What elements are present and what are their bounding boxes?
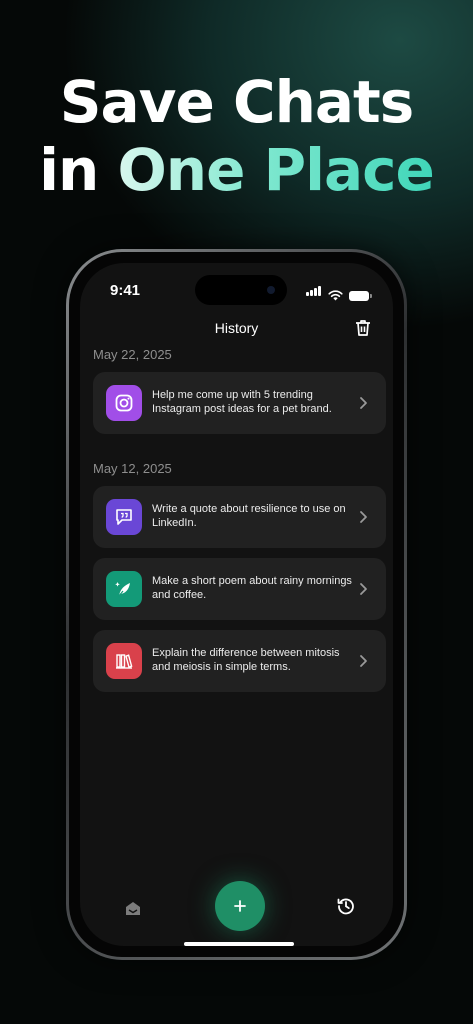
trash-icon[interactable] <box>353 318 373 338</box>
phone-bezel: 9:41 History May 22, 2025 Help me come u… <box>69 252 404 957</box>
chat-item[interactable]: Make a short poem about rainy mornings a… <box>93 558 386 620</box>
phone-frame: 9:41 History May 22, 2025 Help me come u… <box>66 249 407 960</box>
dynamic-island <box>195 275 287 305</box>
chevron-right-icon <box>360 655 367 667</box>
new-chat-button[interactable] <box>215 881 265 931</box>
chat-item-text: Make a short poem about rainy mornings a… <box>152 575 352 601</box>
chat-item[interactable]: Explain the difference between mitosis a… <box>93 630 386 692</box>
chat-item-text: Write a quote about resilience to use on… <box>152 503 346 529</box>
signal-icon <box>306 283 322 301</box>
headline-line-1: Save Chats <box>59 68 415 136</box>
date-header: May 22, 2025 <box>93 347 172 362</box>
chat-item-text: Help me come up with 5 trending Instagra… <box>152 389 332 415</box>
instagram-icon <box>106 385 142 421</box>
date-header: May 12, 2025 <box>93 461 172 476</box>
headline-line-2: in One Place <box>0 136 473 204</box>
home-icon[interactable] <box>124 899 142 917</box>
chevron-right-icon <box>360 511 367 523</box>
plus-icon <box>234 900 246 912</box>
headline: Save Chats in One Place <box>0 68 473 204</box>
chevron-right-icon <box>360 583 367 595</box>
quote-icon <box>106 499 142 535</box>
home-indicator[interactable] <box>184 942 294 946</box>
status-time: 9:41 <box>110 282 141 299</box>
chevron-right-icon <box>360 397 367 409</box>
app-screen: 9:41 History May 22, 2025 Help me come u… <box>80 263 393 946</box>
history-icon[interactable] <box>336 896 356 916</box>
chat-item[interactable]: Help me come up with 5 trending Instagra… <box>93 372 386 434</box>
battery-icon <box>349 291 372 301</box>
chat-item[interactable]: Write a quote about resilience to use on… <box>93 486 386 548</box>
headline-accent: One Place <box>117 136 435 204</box>
page-title: History <box>214 320 259 336</box>
status-icons <box>306 283 372 301</box>
books-icon <box>106 643 142 679</box>
wifi-icon <box>328 290 343 301</box>
feather-icon <box>106 571 142 607</box>
camera-icon <box>267 286 275 294</box>
headline-plain: in <box>39 136 118 204</box>
chat-item-text: Explain the difference between mitosis a… <box>152 647 340 673</box>
